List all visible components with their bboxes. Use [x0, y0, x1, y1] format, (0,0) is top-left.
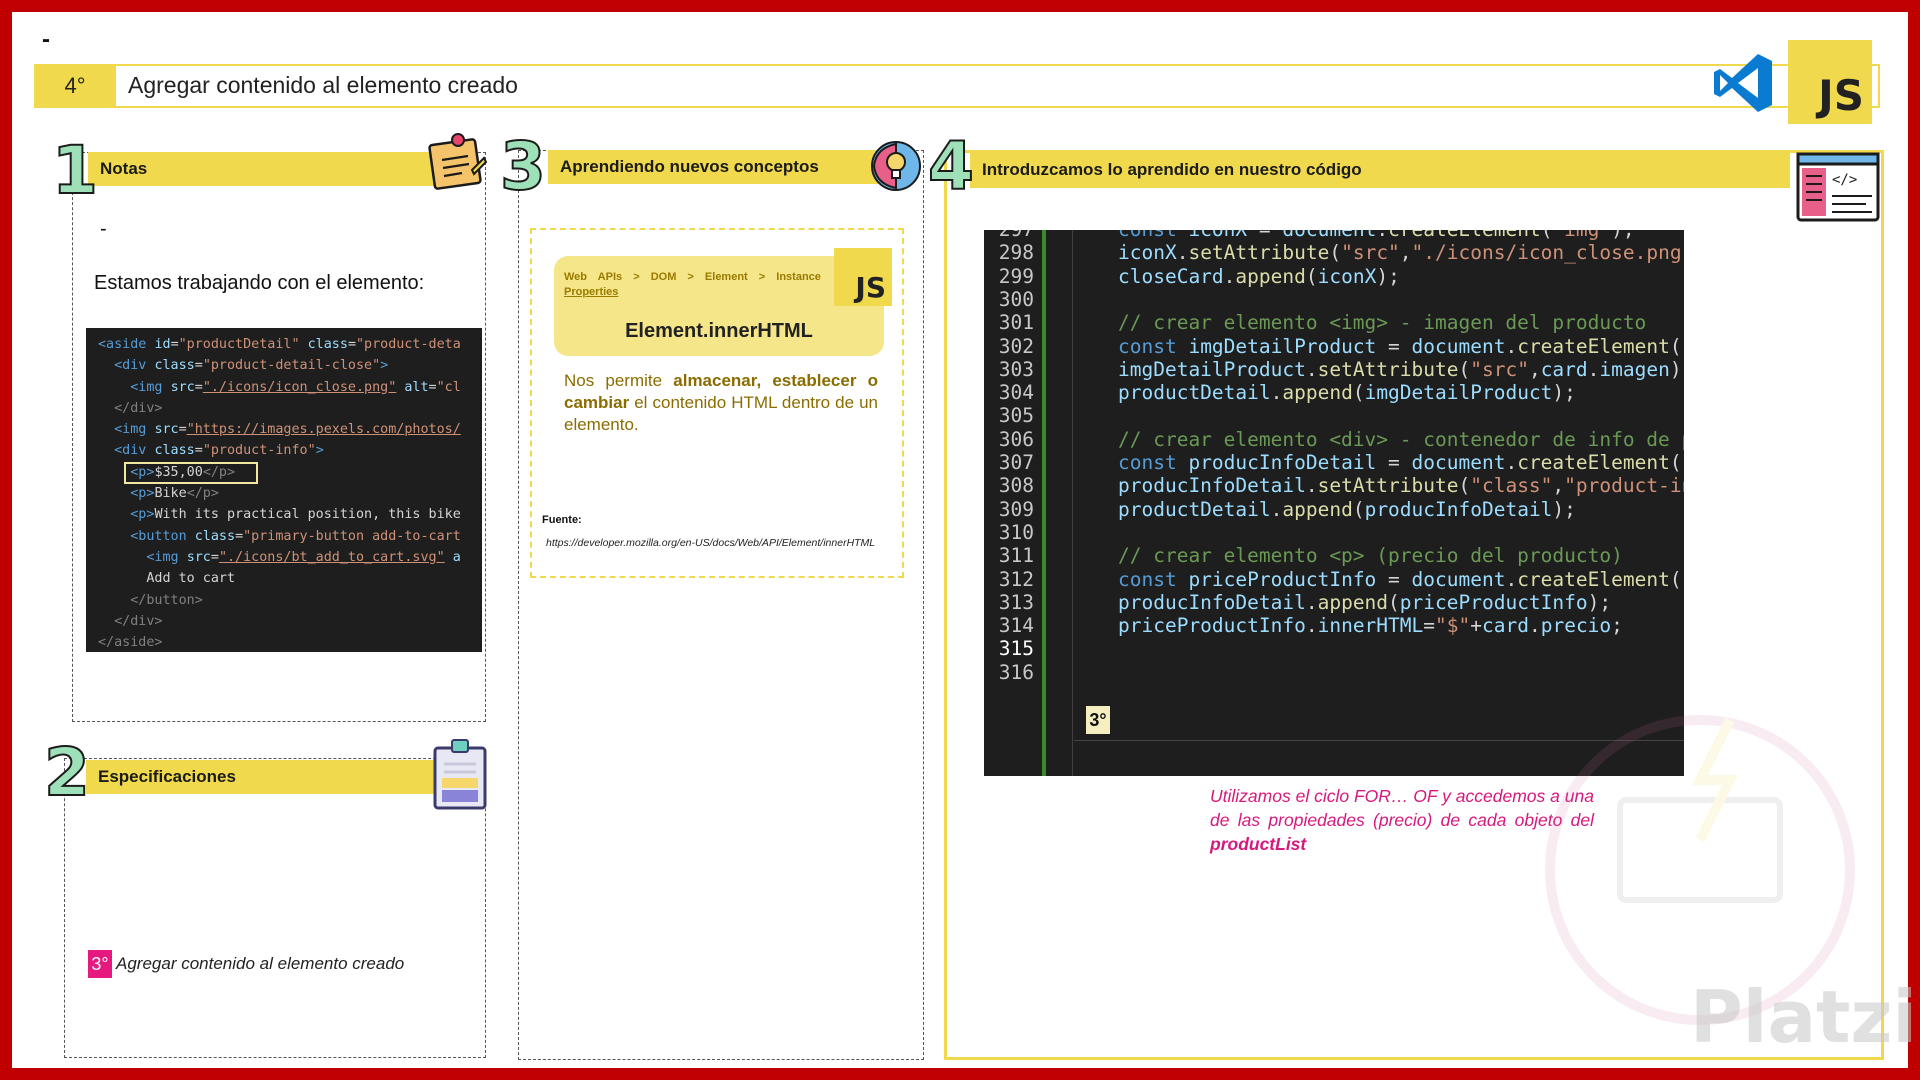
platzi-watermark: Platzi: [1690, 975, 1918, 1059]
js-logo: JS: [1788, 40, 1872, 124]
html-snippet: <aside id="productDetail" class="product…: [86, 328, 482, 652]
card-js-logo: JS: [834, 248, 892, 306]
code-line: <button class="primary-button add-to-car…: [130, 528, 461, 544]
code-line: <div class="product-detail-close">: [114, 358, 389, 374]
code-line: <img src="https://images.pexels.com/phot…: [114, 422, 461, 438]
code-line: <p>Bike</p>: [130, 486, 219, 502]
vscode-icon: [1712, 52, 1776, 114]
notes-heading: Notas: [88, 152, 448, 186]
note-bold: productList: [1210, 834, 1307, 854]
breadcrumb-item[interactable]: Web APIs: [564, 271, 622, 283]
source-url[interactable]: https://developer.mozilla.org/en-US/docs…: [546, 537, 875, 549]
code-line: <img src="./icons/icon_close.png" alt="c…: [130, 379, 461, 395]
breadcrumb-item[interactable]: Element: [705, 271, 748, 283]
brain-lightbulb-icon: [866, 138, 926, 194]
concepts-step-number: 3: [499, 128, 547, 205]
spec-item: Agregar contenido al elemento creado: [116, 954, 405, 973]
sticky-note-icon: [428, 130, 488, 192]
code-line: </div>: [114, 613, 163, 629]
notes-dash: -: [100, 218, 107, 240]
source-label: Fuente:: [542, 514, 582, 526]
specs-step-number: 2: [43, 734, 91, 811]
step-number: 4°: [34, 64, 116, 108]
clipboard-icon: [432, 738, 488, 812]
code-line: </button>: [130, 592, 203, 608]
breadcrumb-link[interactable]: Properties: [564, 286, 618, 298]
code-line: <img src="./icons/bt_add_to_cart.svg" a: [146, 549, 461, 565]
breadcrumb-item[interactable]: DOM: [651, 271, 677, 283]
code-step-badge: 3°: [1086, 706, 1110, 734]
code-line: <div class="product-info">: [114, 443, 324, 459]
code-line: <p>With its practical position, this bik…: [130, 507, 461, 523]
specs-panel: [64, 758, 486, 1058]
apply-step-number: 4: [927, 128, 975, 205]
specs-heading: Especificaciones: [86, 760, 438, 794]
breadcrumb-separator: >: [633, 271, 640, 283]
apply-heading: Introduzcamos lo aprendido en nuestro có…: [970, 152, 1790, 188]
highlight-box: [124, 462, 258, 484]
line-number: 316: [998, 660, 1034, 684]
breadcrumb-separator: >: [758, 271, 766, 283]
svg-text:</>: </>: [1832, 172, 1857, 188]
code-line: Add to cart: [98, 571, 236, 587]
top-dash: -: [42, 26, 50, 53]
code-line: </aside>: [98, 635, 163, 651]
page-title: Agregar contenido al elemento creado: [128, 72, 518, 98]
desc-text: Nos permite: [564, 371, 674, 390]
breadcrumb: Web APIs > DOM > Element > Instance Prope…: [564, 270, 834, 300]
concept-description: Nos permite almacenar, establecer o camb…: [564, 370, 878, 436]
notes-text: Estamos trabajando con el elemento:: [94, 272, 425, 294]
code-line: <aside id="productDetail" class="product…: [98, 337, 461, 352]
code-window-icon: </>: [1796, 150, 1880, 224]
concept-title: Element.innerHTML: [625, 320, 813, 342]
breadcrumb-item[interactable]: Instance: [776, 271, 821, 283]
notes-step-number: 1: [51, 132, 99, 209]
concepts-heading: Aprendiendo nuevos conceptos: [548, 150, 878, 184]
sub-step-badge: 3°: [88, 950, 112, 978]
code-line: </div>: [114, 400, 163, 416]
breadcrumb-separator: >: [687, 271, 694, 283]
